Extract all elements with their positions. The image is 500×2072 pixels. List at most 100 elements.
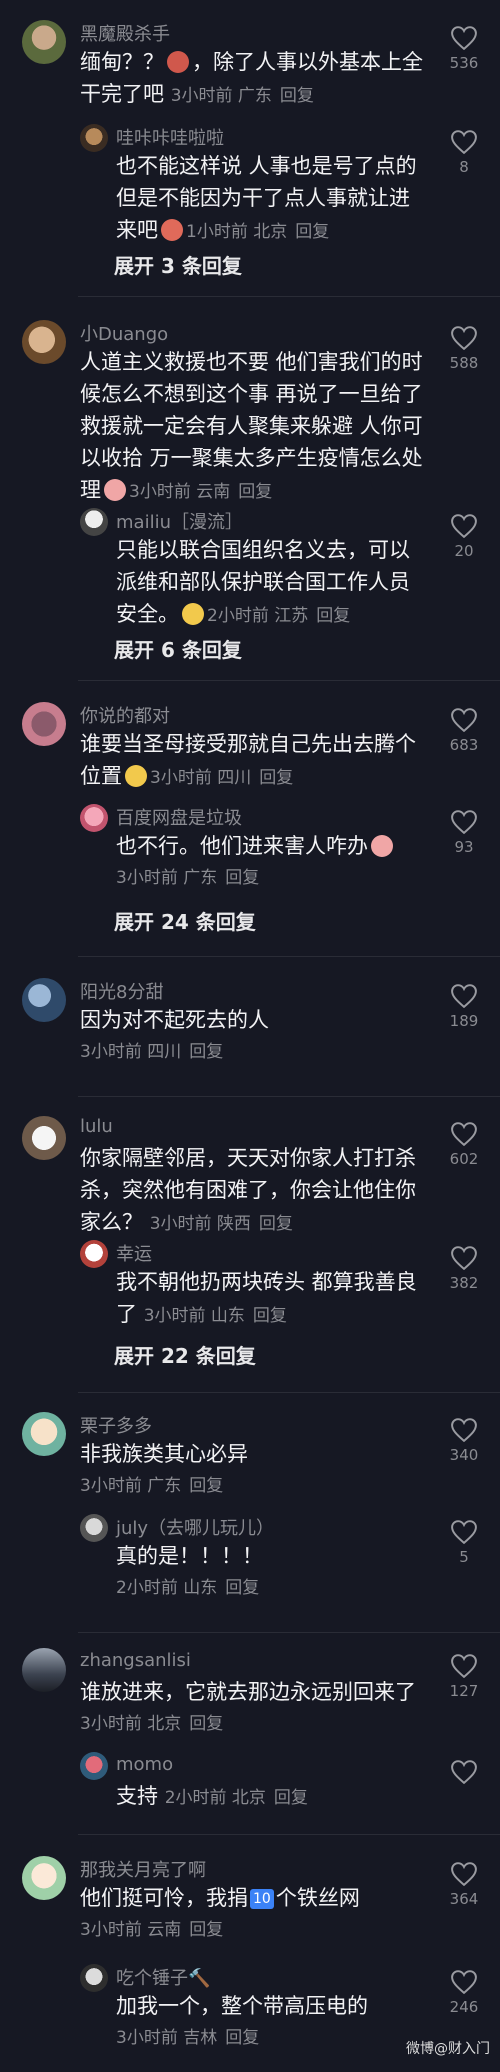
reply-text: 我不朝他扔两块砖头 都算我善良 了 3小时前 山东 回复 xyxy=(116,1270,417,1326)
like-button[interactable]: 189 xyxy=(442,984,486,1030)
avatar[interactable] xyxy=(22,978,66,1022)
divider xyxy=(78,1392,500,1393)
divider xyxy=(78,680,500,681)
avatar[interactable] xyxy=(80,1514,108,1542)
like-button[interactable]: 8 xyxy=(442,130,486,176)
heart-icon xyxy=(451,1862,477,1886)
avatar[interactable] xyxy=(22,702,66,746)
like-count: 364 xyxy=(449,1890,479,1908)
username[interactable]: lulu xyxy=(80,1116,113,1137)
number-badge-icon: 10 xyxy=(250,1889,274,1909)
like-button[interactable]: 246 xyxy=(442,1970,486,2016)
reply-button[interactable]: 回复 xyxy=(280,86,314,106)
like-count: 536 xyxy=(449,54,479,72)
like-button[interactable]: 5 xyxy=(442,1520,486,1566)
reply-button[interactable]: 回复 xyxy=(316,606,350,626)
reply-button[interactable]: 回复 xyxy=(259,768,293,788)
username[interactable]: 阳光8分甜 xyxy=(80,978,163,1004)
reply-text: 只能以联合国组织名义去，可以 派维和部队保护联合国工作人员 安全。 2小时前 江苏… xyxy=(116,538,410,626)
username[interactable]: 哇咔咔哇啦啦 xyxy=(116,124,224,150)
avatar[interactable] xyxy=(80,1964,108,1992)
reply-button[interactable]: 回复 xyxy=(295,222,329,242)
like-button[interactable] xyxy=(442,1760,486,1784)
reply-button[interactable]: 回复 xyxy=(253,1306,287,1326)
comment-text: 缅甸？？ ，除了人事以外基本上全 干完了吧 3小时前 广东 回复 xyxy=(80,50,423,106)
avatar[interactable] xyxy=(22,1116,66,1160)
divider xyxy=(78,1096,500,1097)
heart-icon xyxy=(451,1418,477,1442)
avatar[interactable] xyxy=(80,804,108,832)
reply-button[interactable]: 回复 xyxy=(225,868,259,888)
reply-button[interactable]: 回复 xyxy=(189,1714,223,1734)
username[interactable]: 栗子多多 xyxy=(80,1412,152,1438)
username[interactable]: 百度网盘是垃圾 xyxy=(116,804,242,830)
heart-icon xyxy=(451,1970,477,1994)
avatar[interactable] xyxy=(22,1412,66,1456)
comment-text: 非我族类其心必异 3小时前 广东 回复 xyxy=(80,1442,248,1496)
emoji-icon xyxy=(182,603,204,625)
divider xyxy=(78,956,500,957)
comment-text: 谁要当圣母接受那就自己先出去腾个 位置 3小时前 四川 回复 xyxy=(80,732,416,788)
heart-icon xyxy=(451,1122,477,1146)
like-count: 602 xyxy=(449,1150,479,1168)
username[interactable]: 小Duango xyxy=(80,320,168,346)
like-count: 340 xyxy=(449,1446,479,1464)
avatar[interactable] xyxy=(80,1752,108,1780)
avatar[interactable] xyxy=(80,1240,108,1268)
comment-text: 谁放进来，它就去那边永远别回来了 3小时前 北京 回复 xyxy=(80,1680,416,1734)
reply-button[interactable]: 回复 xyxy=(274,1788,308,1808)
emoji-icon xyxy=(104,479,126,501)
username[interactable]: 幸运 xyxy=(116,1240,152,1266)
avatar[interactable] xyxy=(22,1856,66,1900)
expand-replies-button[interactable]: 展开 24 条回复 xyxy=(114,906,256,935)
like-button[interactable]: 588 xyxy=(442,326,486,372)
expand-replies-button[interactable]: 展开 3 条回复 xyxy=(114,250,242,279)
like-button[interactable]: 340 xyxy=(442,1418,486,1464)
avatar[interactable] xyxy=(22,20,66,64)
like-button[interactable]: 536 xyxy=(442,26,486,72)
expand-replies-button[interactable]: 展开 22 条回复 xyxy=(114,1340,256,1369)
reply-button[interactable]: 回复 xyxy=(225,2028,259,2048)
username[interactable]: july（去哪儿玩儿） xyxy=(116,1514,274,1540)
username[interactable]: 你说的都对 xyxy=(80,702,170,728)
like-button[interactable]: 602 xyxy=(442,1122,486,1168)
emoji-icon xyxy=(125,765,147,787)
like-count: 5 xyxy=(459,1548,469,1566)
like-count: 20 xyxy=(454,542,474,560)
like-button[interactable]: 127 xyxy=(442,1654,486,1700)
username[interactable]: momo xyxy=(116,1754,173,1775)
avatar[interactable] xyxy=(22,1648,66,1692)
reply-button[interactable]: 回复 xyxy=(189,1920,223,1940)
heart-icon xyxy=(451,1760,477,1784)
divider xyxy=(78,1632,500,1633)
expand-replies-button[interactable]: 展开 6 条回复 xyxy=(114,634,242,663)
like-button[interactable]: 364 xyxy=(442,1862,486,1908)
reply-button[interactable]: 回复 xyxy=(189,1476,223,1496)
like-button[interactable]: 20 xyxy=(442,514,486,560)
like-button[interactable]: 93 xyxy=(442,810,486,856)
username[interactable]: zhangsanlisi xyxy=(80,1650,191,1671)
avatar[interactable] xyxy=(80,124,108,152)
avatar[interactable] xyxy=(22,320,66,364)
comment-text: 人道主义救援也不要 他们害我们的时 候怎么不想到这个事 再说了一旦给了 救援就一… xyxy=(80,350,423,502)
reply-button[interactable]: 回复 xyxy=(259,1214,293,1234)
like-button[interactable]: 683 xyxy=(442,708,486,754)
username[interactable]: 吃个锤子🔨 xyxy=(116,1964,210,1990)
comment-text: 因为对不起死去的人 3小时前 四川 回复 xyxy=(80,1008,269,1062)
divider xyxy=(78,296,500,297)
emoji-icon xyxy=(167,51,189,73)
heart-icon xyxy=(451,1520,477,1544)
username[interactable]: 那我关月亮了啊 xyxy=(80,1856,206,1882)
like-button[interactable]: 382 xyxy=(442,1246,486,1292)
username[interactable]: 黑魔殿杀手 xyxy=(80,20,170,46)
reply-button[interactable]: 回复 xyxy=(189,1042,223,1062)
reply-button[interactable]: 回复 xyxy=(238,482,272,502)
avatar[interactable] xyxy=(80,508,108,536)
reply-text: 加我一个，整个带高压电的 3小时前 吉林 回复 xyxy=(116,1994,368,2048)
heart-icon xyxy=(451,26,477,50)
heart-icon xyxy=(451,1246,477,1270)
reply-button[interactable]: 回复 xyxy=(225,1578,259,1598)
username[interactable]: mailiu［漫流］ xyxy=(116,508,243,534)
heart-icon xyxy=(451,1654,477,1678)
watermark: 微博@财入门 xyxy=(406,2041,490,2057)
